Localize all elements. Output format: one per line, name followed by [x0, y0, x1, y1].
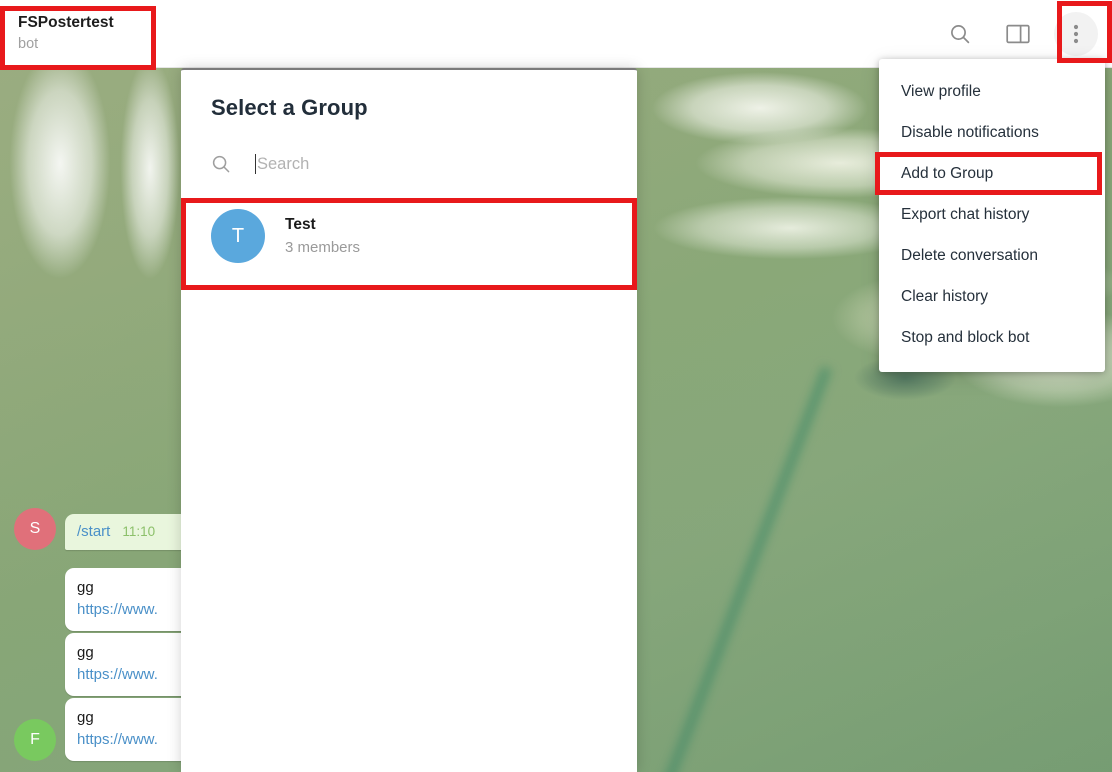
message-link[interactable]: https://www. — [77, 599, 181, 621]
message-link[interactable]: https://www. — [77, 664, 181, 686]
group-name: Test — [285, 216, 316, 233]
message-row: gg https://www. — [56, 568, 181, 631]
group-members: 3 members — [285, 239, 361, 256]
message-text: gg — [77, 644, 94, 661]
message-text: gg — [77, 579, 94, 596]
peer-info[interactable]: FSPostertest bot — [18, 13, 114, 54]
message-row: gg https://www. — [56, 633, 181, 696]
peer-status: bot — [18, 36, 39, 52]
search-icon — [949, 23, 971, 45]
chat-header: FSPostertest bot — [0, 0, 1112, 68]
more-menu-icon — [1073, 23, 1079, 45]
header-actions — [938, 11, 1112, 56]
search-input[interactable]: Search — [257, 155, 309, 174]
search-icon — [211, 154, 233, 174]
dialog-title: Select a Group — [211, 95, 368, 120]
search-field[interactable]: Search — [181, 137, 637, 191]
group-text: Test 3 members — [285, 214, 360, 258]
page-title: FSPostertest — [18, 14, 114, 31]
sidebar-toggle-icon — [1006, 23, 1030, 45]
more-menu-button[interactable] — [1054, 11, 1098, 56]
avatar[interactable]: F — [14, 719, 56, 761]
menu-item-clear-history[interactable]: Clear history — [879, 276, 1105, 317]
avatar: T — [211, 209, 265, 263]
group-list: T Test 3 members — [181, 197, 637, 275]
message-row: S /start 11:10 — [0, 508, 181, 550]
select-group-dialog: Select a Group Search T Test 3 members — [181, 68, 637, 772]
list-item[interactable]: T Test 3 members — [181, 197, 637, 275]
menu-item-delete-conversation[interactable]: Delete conversation — [879, 235, 1105, 276]
message-list: S /start 11:10 gg https://www. gg https:/… — [0, 68, 181, 772]
message-text: gg — [77, 709, 94, 726]
menu-item-add-to-group[interactable]: Add to Group — [879, 153, 1105, 194]
message-bubble[interactable]: gg https://www. — [65, 568, 181, 631]
sidebar-toggle-button[interactable] — [996, 12, 1040, 56]
message-link[interactable]: https://www. — [77, 729, 181, 751]
menu-item-view-profile[interactable]: View profile — [879, 71, 1105, 112]
message-timestamp: 11:10 — [122, 524, 156, 539]
menu-item-export-chat-history[interactable]: Export chat history — [879, 194, 1105, 235]
menu-item-disable-notifications[interactable]: Disable notifications — [879, 112, 1105, 153]
context-menu: View profile Disable notifications Add t… — [879, 59, 1105, 372]
telegram-web-app: S /start 11:10 gg https://www. gg https:/… — [0, 0, 1112, 772]
message-bubble[interactable]: gg https://www. — [65, 698, 181, 761]
message-command[interactable]: /start — [77, 523, 110, 540]
message-bubble[interactable]: gg https://www. — [65, 633, 181, 696]
avatar[interactable]: S — [14, 508, 56, 550]
menu-item-stop-and-block-bot[interactable]: Stop and block bot — [879, 317, 1105, 358]
message-bubble[interactable]: /start 11:10 — [65, 514, 181, 550]
message-row: F gg https://www. — [0, 698, 181, 761]
search-button[interactable] — [938, 12, 982, 56]
text-caret — [255, 154, 256, 174]
